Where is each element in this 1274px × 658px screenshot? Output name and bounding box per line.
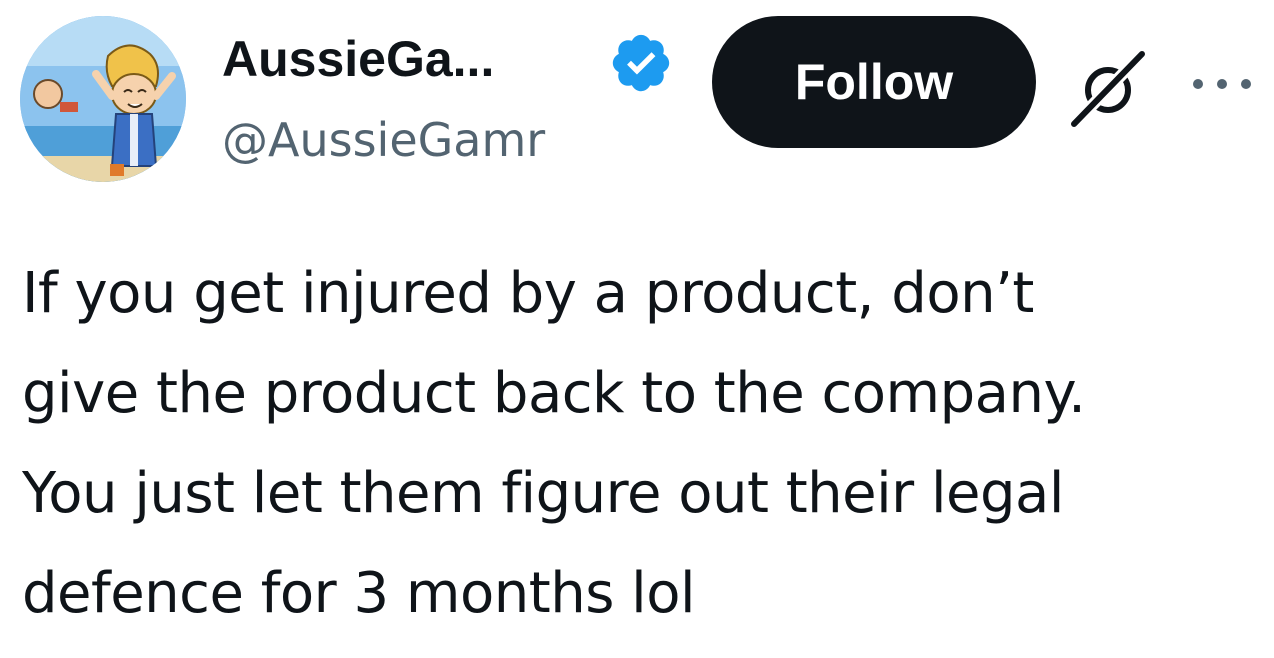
follow-button[interactable]: Follow (712, 16, 1036, 148)
more-options-icon[interactable] (1186, 62, 1258, 106)
display-name[interactable]: AussieGa... (222, 31, 494, 87)
author-handle[interactable]: @AussieGamr (222, 112, 545, 168)
tweet-text-line: If you get injured by a product, don’t (22, 261, 1034, 326)
tweet-text-line: You just let them figure out their legal (22, 461, 1064, 526)
avatar[interactable] (20, 16, 186, 182)
grok-icon[interactable] (1068, 46, 1152, 130)
tweet-text-line: defence for 3 months lol (22, 561, 696, 626)
author-name-block[interactable]: AussieGa... (222, 28, 494, 90)
tweet-text-line: give the product back to the company. (22, 361, 1086, 426)
avatar-image (20, 16, 186, 182)
tweet: AussieGa... @AussieGamr Follow If you ge… (0, 0, 1274, 658)
verified-badge-icon[interactable] (608, 30, 674, 96)
tweet-text: If you get injured by a product, don’t g… (22, 244, 1262, 644)
